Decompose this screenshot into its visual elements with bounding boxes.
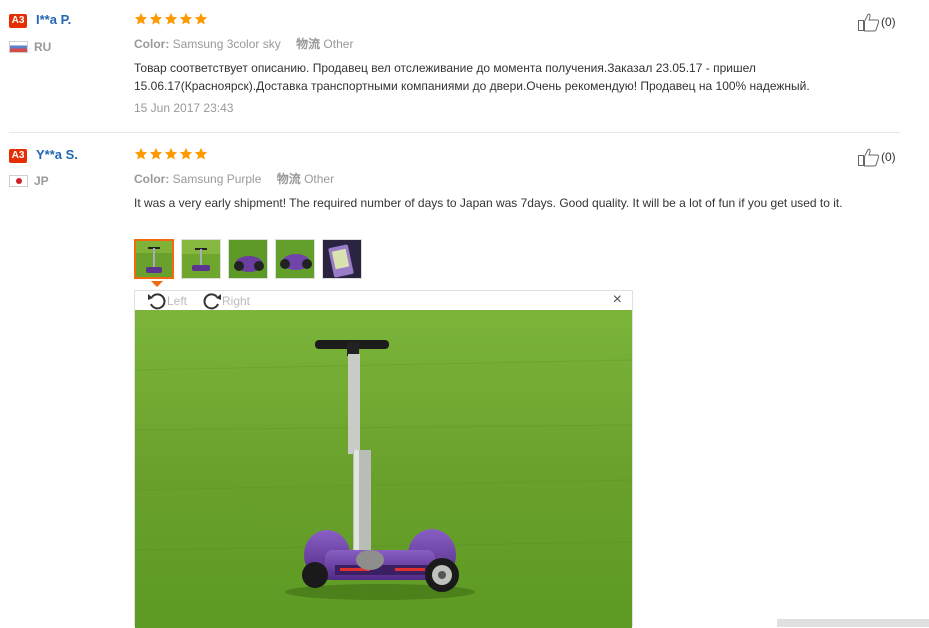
product-attributes: Color: Samsung 3color sky 物流 Other bbox=[134, 35, 353, 52]
selected-thumbnail-caret bbox=[151, 281, 163, 287]
star-icon bbox=[164, 147, 178, 160]
photo-thumbnail[interactable] bbox=[275, 239, 315, 279]
close-viewer-button[interactable]: × bbox=[613, 291, 622, 309]
thumbs-up-icon bbox=[858, 148, 880, 167]
rating-stars bbox=[134, 12, 209, 28]
horizontal-scrollbar[interactable] bbox=[777, 619, 929, 627]
color-value: Samsung 3color sky bbox=[172, 37, 281, 51]
helpful-button[interactable]: (0) bbox=[858, 12, 896, 32]
star-icon bbox=[194, 12, 208, 25]
reviewer-country: JP bbox=[34, 174, 49, 188]
review-photo bbox=[135, 310, 632, 628]
photo-thumbnail[interactable] bbox=[322, 239, 362, 279]
star-icon bbox=[149, 12, 163, 25]
review-text: Товар соответствует описанию. Продавец в… bbox=[134, 61, 810, 93]
shipping-value: Other bbox=[304, 172, 335, 186]
member-level-badge: A3 bbox=[9, 14, 27, 28]
photo-thumbnail[interactable] bbox=[228, 239, 268, 279]
star-icon bbox=[179, 147, 193, 160]
rotate-left-button[interactable]: Left bbox=[147, 292, 187, 310]
rotate-left-label: Left bbox=[167, 294, 188, 308]
helpful-button[interactable]: (0) bbox=[858, 147, 896, 167]
viewer-toolbar: Left Right × bbox=[135, 291, 632, 311]
photo-thumbnail[interactable] bbox=[181, 239, 221, 279]
star-icon bbox=[194, 147, 208, 160]
star-icon bbox=[149, 147, 163, 160]
review-date: 15 Jun 2017 23:43 bbox=[134, 101, 234, 115]
helpful-count: (0) bbox=[881, 150, 896, 164]
rotate-left-icon bbox=[148, 293, 166, 310]
rotate-right-label: Right bbox=[222, 294, 251, 308]
shipping-label: 物流 bbox=[296, 37, 321, 51]
star-icon bbox=[179, 12, 193, 25]
star-icon bbox=[164, 12, 178, 25]
photo-thumbnail[interactable] bbox=[134, 239, 174, 279]
member-level-badge: A3 bbox=[9, 149, 27, 163]
star-icon bbox=[134, 12, 148, 25]
thumbs-up-icon bbox=[858, 13, 880, 32]
helpful-count: (0) bbox=[881, 15, 896, 29]
photo-viewer: Left Right × bbox=[134, 290, 633, 628]
reviewer-country: RU bbox=[34, 40, 52, 54]
review-text: It was a very early shipment! The requir… bbox=[134, 196, 843, 210]
flag-ru-icon bbox=[9, 41, 28, 53]
product-attributes: Color: Samsung Purple 物流 Other bbox=[134, 170, 334, 187]
color-label: Color: bbox=[134, 172, 170, 186]
rotate-right-icon bbox=[203, 293, 221, 310]
color-label: Color: bbox=[134, 37, 170, 51]
shipping-label: 物流 bbox=[276, 172, 301, 186]
rotate-right-button[interactable]: Right bbox=[202, 292, 250, 310]
color-value: Samsung Purple bbox=[172, 172, 262, 186]
shipping-value: Other bbox=[323, 37, 354, 51]
flag-jp-icon bbox=[9, 175, 28, 187]
reviewer-name[interactable]: Y**a S. bbox=[36, 147, 78, 162]
hoverboard-photo bbox=[135, 310, 632, 628]
rating-stars bbox=[134, 147, 209, 163]
star-icon bbox=[134, 147, 148, 160]
review-divider bbox=[9, 132, 900, 133]
reviewer-name[interactable]: I**a P. bbox=[36, 12, 71, 27]
